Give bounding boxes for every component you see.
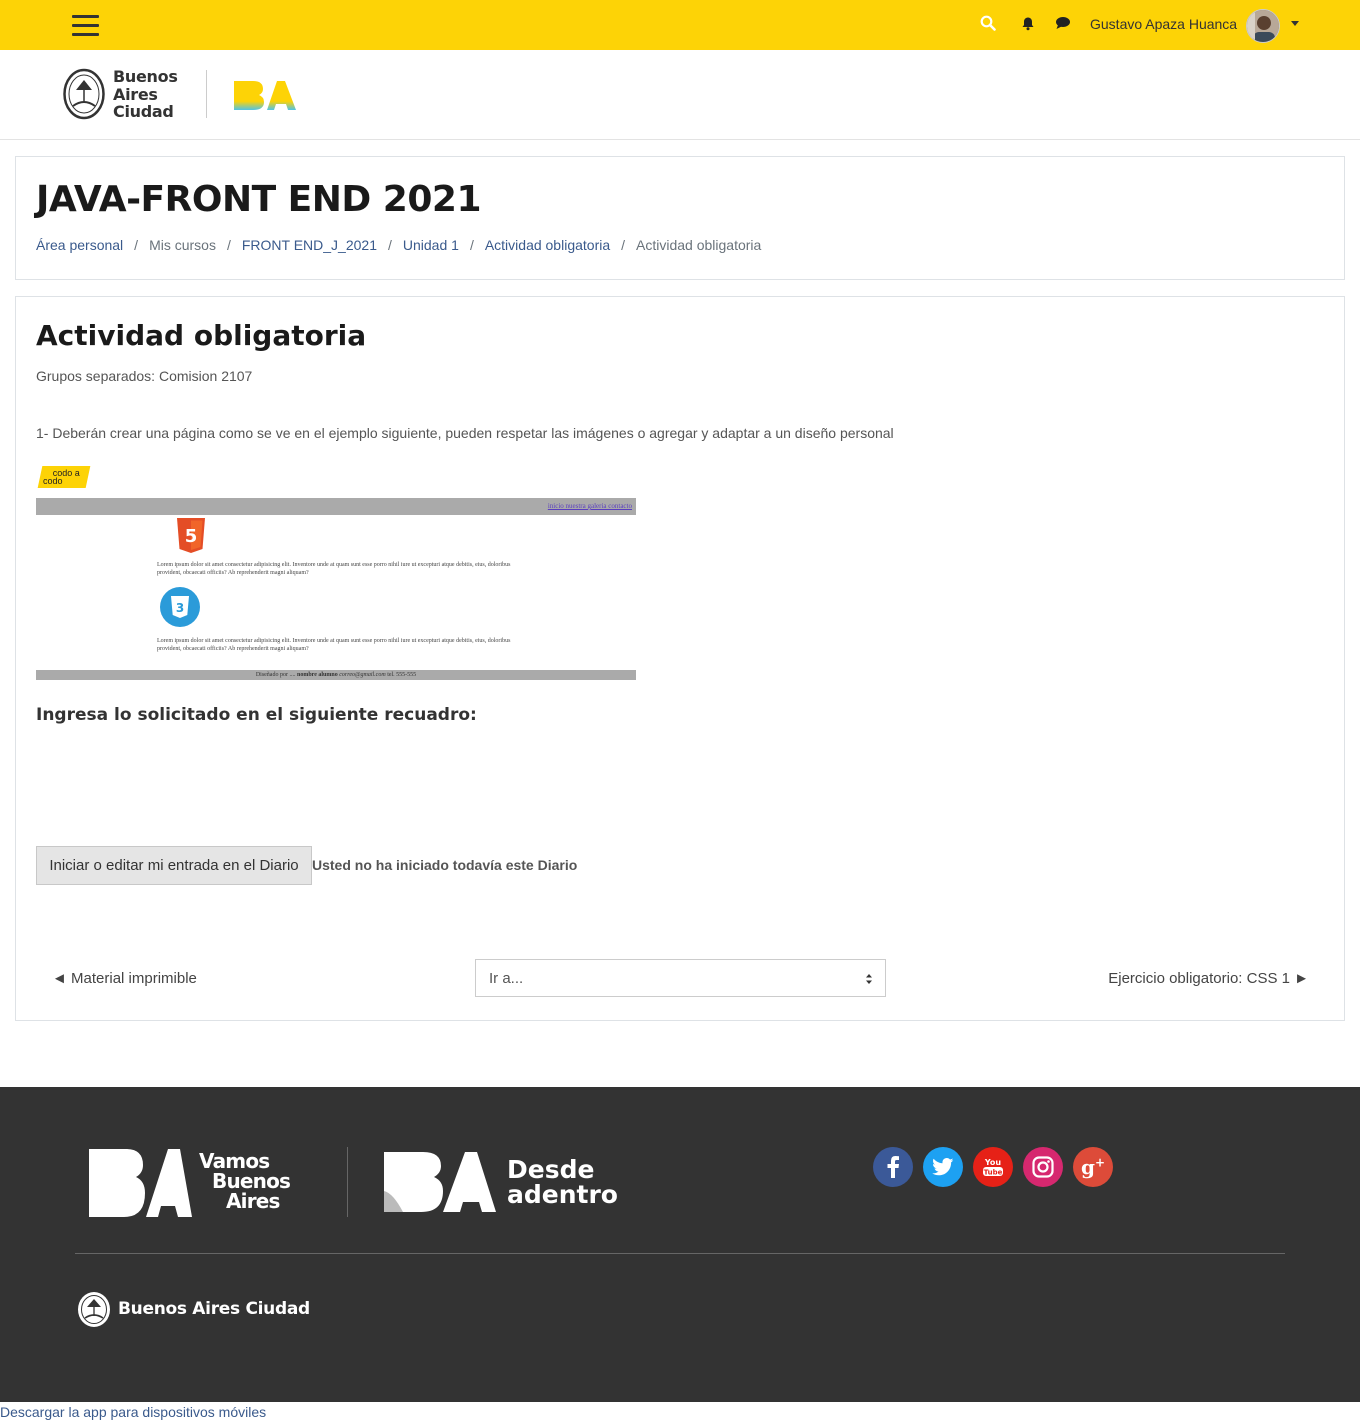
- preview-paragraph-2: Lorem ipsum dolor sit amet consectetur a…: [157, 638, 511, 652]
- bell-icon[interactable]: [1018, 13, 1038, 33]
- svg-text:You: You: [984, 1158, 1002, 1167]
- codo-a-codo-logo: codo a codo: [37, 466, 91, 488]
- breadcrumb-area-personal[interactable]: Área personal: [36, 237, 123, 253]
- user-menu-caret-icon[interactable]: [1291, 21, 1299, 26]
- google-plus-icon[interactable]: g+: [1073, 1147, 1113, 1187]
- course-header: JAVA-FRONT END 2021 Área personal / Mis …: [15, 156, 1345, 280]
- download-mobile-app-link[interactable]: Descargar la app para dispositivos móvil…: [0, 1404, 266, 1420]
- logo-divider: [206, 70, 207, 118]
- preview-footer-text: Diseñado por .... nombre alumno correo@g…: [255, 672, 417, 678]
- buenos-aires-ciudad-footer-text: Buenos Aires Ciudad: [118, 1299, 310, 1319]
- breadcrumb-activity-section[interactable]: Actividad obligatoria: [485, 237, 610, 253]
- youtube-icon[interactable]: You Tube: [973, 1147, 1013, 1187]
- select-arrows-icon: [866, 974, 872, 984]
- preview-paragraph-1: Lorem ipsum dolor sit amet consectetur a…: [157, 562, 511, 576]
- next-activity-link[interactable]: Ejercicio obligatorio: CSS 1 ►: [1108, 970, 1309, 987]
- user-avatar[interactable]: [1246, 9, 1280, 43]
- city-logo-text: Buenos Aires Ciudad: [113, 67, 178, 121]
- html5-icon: 5: [177, 518, 205, 553]
- previous-activity-link[interactable]: ◄ Material imprimible: [52, 970, 197, 987]
- jump-to-placeholder: Ir a...: [489, 969, 524, 987]
- preview-nav-links: inicio nuestra galeria contacto: [547, 502, 632, 510]
- menu-toggle-icon[interactable]: [72, 15, 99, 36]
- svg-text:5: 5: [185, 526, 198, 547]
- groups-label: Grupos separados: Comision 2107: [36, 368, 253, 384]
- search-icon[interactable]: [978, 13, 998, 33]
- desde-adentro-text: Desde adentro: [507, 1155, 618, 1209]
- activity-card: Actividad obligatoria Grupos separados: …: [15, 296, 1345, 1021]
- breadcrumb-unit[interactable]: Unidad 1: [403, 237, 459, 253]
- messages-icon[interactable]: [1053, 13, 1073, 33]
- activity-instructions: 1- Deberán crear una página como se ve e…: [36, 425, 894, 441]
- css3-icon: 3: [160, 587, 200, 627]
- site-footer: Vamos Buenos Aires Desde adentro You Tub…: [0, 1087, 1360, 1402]
- breadcrumb-current: Actividad obligatoria: [636, 237, 762, 253]
- example-page-image: inicio nuestra galeria contacto 5 Lorem …: [36, 498, 636, 680]
- city-seal-icon[interactable]: [63, 68, 105, 120]
- edit-diary-entry-button[interactable]: Iniciar o editar mi entrada en el Diario: [36, 846, 312, 885]
- ba-brand-logo[interactable]: [233, 79, 297, 111]
- breadcrumb: Área personal / Mis cursos / FRONT END_J…: [36, 237, 762, 253]
- facebook-icon[interactable]: [873, 1147, 913, 1187]
- logo-bar: Buenos Aires Ciudad: [0, 50, 1360, 140]
- footer-divider: [75, 1253, 1285, 1254]
- jump-to-select[interactable]: Ir a...: [475, 959, 886, 997]
- course-title: JAVA-FRONT END 2021: [36, 179, 482, 220]
- twitter-icon[interactable]: [923, 1147, 963, 1187]
- instagram-icon[interactable]: [1023, 1147, 1063, 1187]
- entry-prompt: Ingresa lo solicitado en el siguiente re…: [36, 705, 477, 725]
- breadcrumb-mis-cursos: Mis cursos: [149, 237, 216, 253]
- svg-text:3: 3: [176, 601, 184, 615]
- ba-desde-adentro-logo-mark[interactable]: [383, 1151, 498, 1213]
- ba-vamos-logo-mark[interactable]: [88, 1148, 193, 1218]
- user-name[interactable]: Gustavo Apaza Huanca: [1090, 16, 1237, 32]
- footer-logo-divider: [347, 1147, 348, 1217]
- vamos-buenos-aires-text: Vamos Buenos Aires: [199, 1149, 291, 1213]
- breadcrumb-course[interactable]: FRONT END_J_2021: [242, 237, 377, 253]
- svg-text:Tube: Tube: [984, 1168, 1003, 1176]
- activity-title: Actividad obligatoria: [36, 319, 367, 352]
- preview-nav-bar: inicio nuestra galeria contacto: [36, 498, 636, 515]
- city-seal-footer-icon[interactable]: [77, 1291, 111, 1328]
- top-navbar: Gustavo Apaza Huanca: [0, 0, 1360, 50]
- diary-status: Usted no ha iniciado todavía este Diario: [312, 857, 578, 873]
